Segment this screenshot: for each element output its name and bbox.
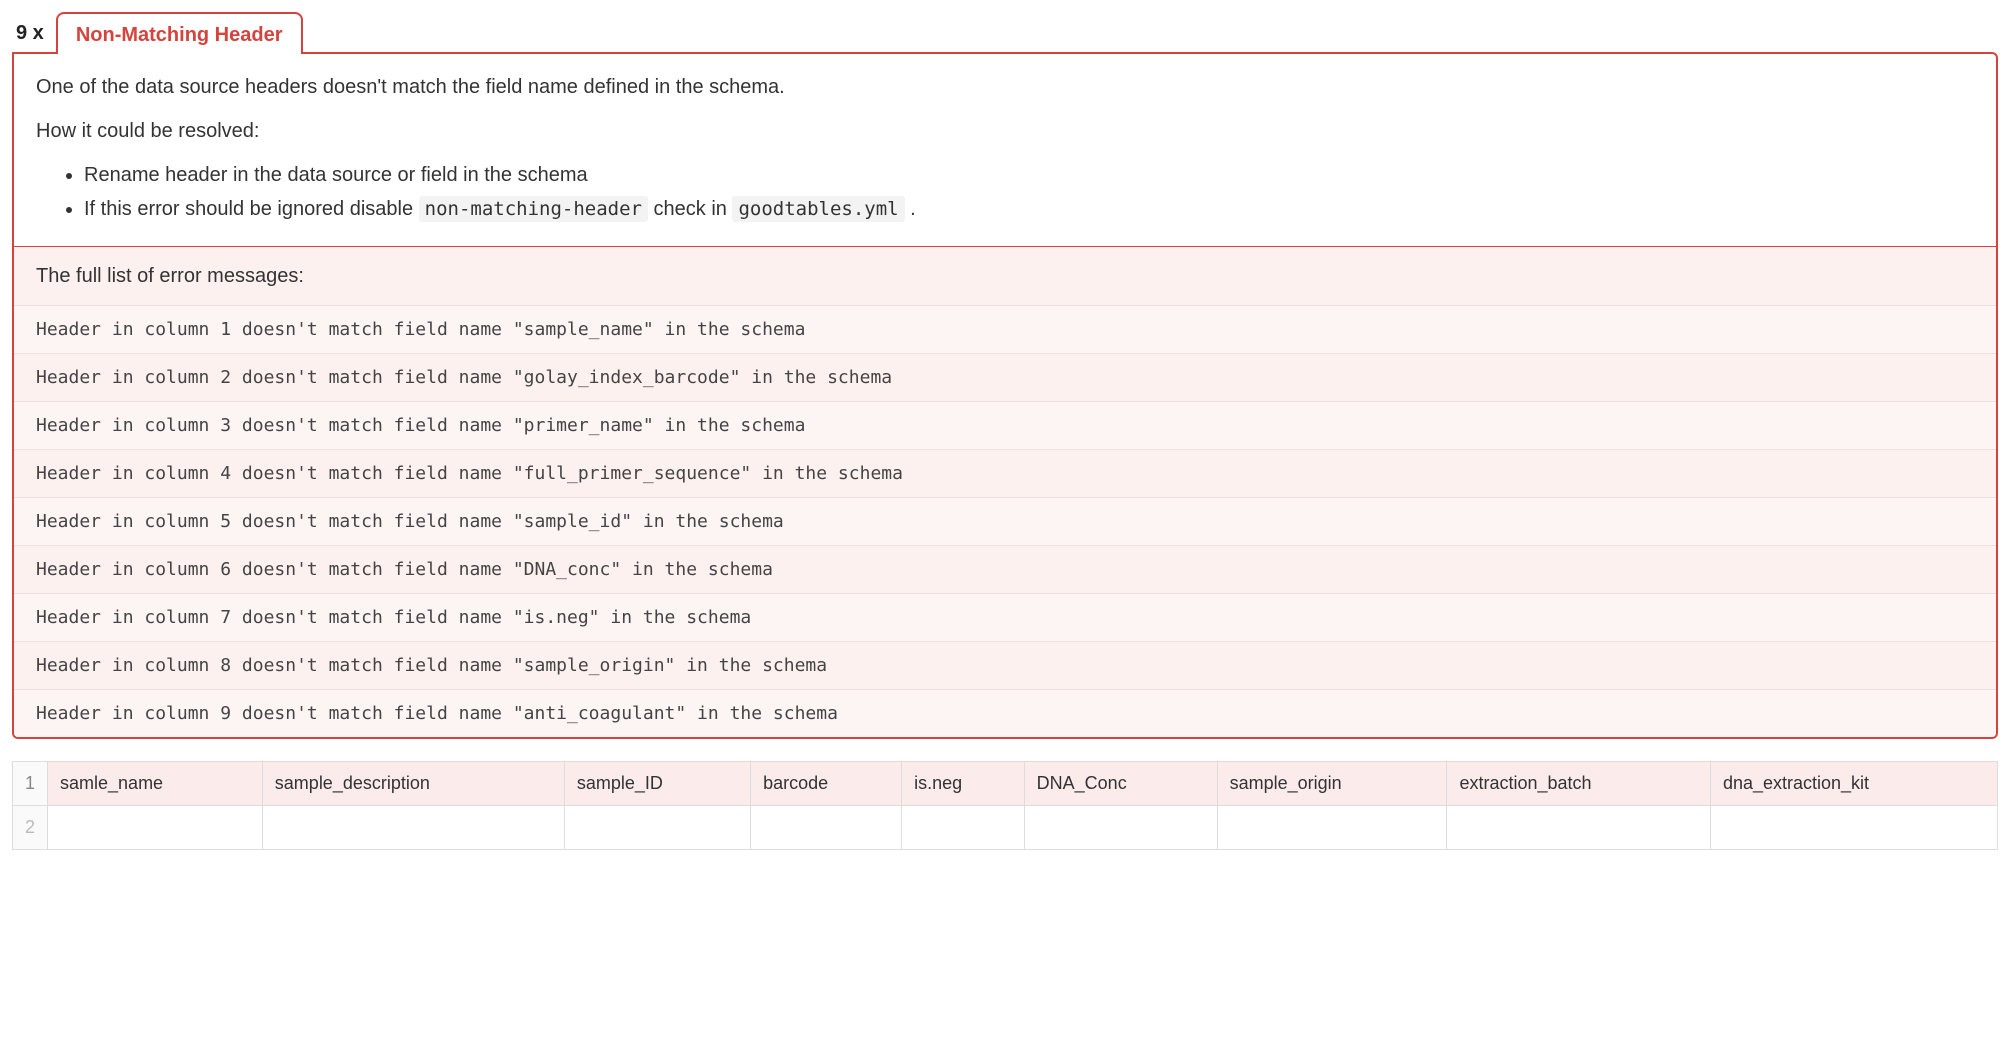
error-message: Header in column 5 doesn't match field n… [14,497,1996,545]
error-summary: One of the data source headers doesn't m… [36,72,1974,102]
error-message: Header in column 8 doesn't match field n… [14,641,1996,689]
table-cell [564,806,750,850]
code-snippet: non-matching-header [419,196,648,222]
data-preview-table: 1 samle_name sample_description sample_I… [12,761,1998,850]
error-message: Header in column 7 doesn't match field n… [14,593,1996,641]
table-row: 1 samle_name sample_description sample_I… [13,762,1998,806]
table-row: 2 [13,806,1998,850]
error-messages-list: Header in column 1 doesn't match field n… [14,305,1996,737]
error-panel: One of the data source headers doesn't m… [12,52,1998,739]
resolve-intro: How it could be resolved: [36,116,1974,146]
error-message: Header in column 2 doesn't match field n… [14,353,1996,401]
error-tab[interactable]: Non-Matching Header [56,12,303,54]
error-message: Header in column 6 doesn't match field n… [14,545,1996,593]
error-message: Header in column 3 doesn't match field n… [14,401,1996,449]
messages-heading: The full list of error messages: [14,246,1996,305]
table-cell [1024,806,1217,850]
table-cell [751,806,902,850]
resolution-text: . [905,198,916,220]
table-cell [1710,806,1997,850]
table-cell [902,806,1025,850]
table-cell [1217,806,1447,850]
row-number: 1 [13,762,48,806]
column-header: DNA_Conc [1024,762,1217,806]
error-message: Header in column 4 doesn't match field n… [14,449,1996,497]
code-snippet: goodtables.yml [732,196,904,222]
column-header: is.neg [902,762,1025,806]
resolution-item: Rename header in the data source or fiel… [84,160,1974,190]
row-number: 2 [13,806,48,850]
column-header: sample_description [262,762,564,806]
column-header: barcode [751,762,902,806]
column-header: dna_extraction_kit [1710,762,1997,806]
column-header: samle_name [48,762,263,806]
error-message: Header in column 9 doesn't match field n… [14,689,1996,737]
resolution-text: If this error should be ignored disable [84,198,419,220]
column-header: sample_ID [564,762,750,806]
table-cell [48,806,263,850]
resolution-text: check in [648,198,732,220]
error-message: Header in column 1 doesn't match field n… [14,305,1996,353]
error-count: 9 x [16,18,44,48]
column-header: extraction_batch [1447,762,1710,806]
resolution-item: If this error should be ignored disable … [84,194,1974,224]
table-cell [1447,806,1710,850]
resolution-list: Rename header in the data source or fiel… [36,160,1974,224]
column-header: sample_origin [1217,762,1447,806]
table-cell [262,806,564,850]
